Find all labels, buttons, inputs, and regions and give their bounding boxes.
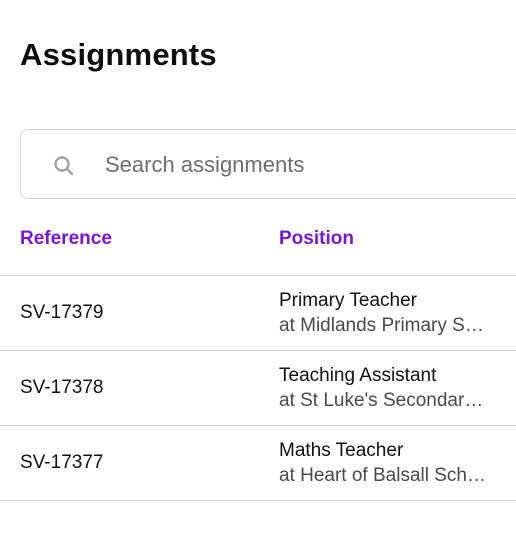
search-input[interactable] (105, 146, 505, 184)
position-cell: Primary Teacher at Midlands Primary Scho… (279, 289, 499, 339)
position-organisation: at Heart of Balsall School (279, 465, 489, 486)
page-title: Assignments (20, 37, 217, 72)
position-organisation: at Midlands Primary School (279, 315, 489, 336)
position-title: Maths Teacher (279, 440, 404, 461)
column-header-reference[interactable]: Reference (20, 228, 112, 250)
reference-cell: SV-17378 (20, 377, 104, 398)
reference-cell: SV-17379 (20, 302, 104, 323)
assignments-page: Assignments Reference Position SV-17379 … (0, 0, 516, 560)
table-header: Reference Position (0, 218, 516, 276)
column-header-position[interactable]: Position (279, 228, 354, 250)
position-cell: Maths Teacher at Heart of Balsall School (279, 439, 499, 489)
search-icon (54, 156, 74, 176)
position-title: Teaching Assistant (279, 365, 437, 386)
reference-cell: SV-17377 (20, 452, 104, 473)
position-organisation: at St Luke's Secondary School (279, 390, 489, 411)
search-box[interactable] (20, 129, 516, 199)
table-row[interactable]: SV-17379 Primary Teacher at Midlands Pri… (0, 276, 516, 351)
position-title: Primary Teacher (279, 290, 417, 311)
assignments-table: Reference Position SV-17379 Primary Teac… (0, 218, 516, 501)
table-row[interactable]: SV-17377 Maths Teacher at Heart of Balsa… (0, 426, 516, 501)
table-row[interactable]: SV-17378 Teaching Assistant at St Luke's… (0, 351, 516, 426)
position-cell: Teaching Assistant at St Luke's Secondar… (279, 364, 499, 414)
